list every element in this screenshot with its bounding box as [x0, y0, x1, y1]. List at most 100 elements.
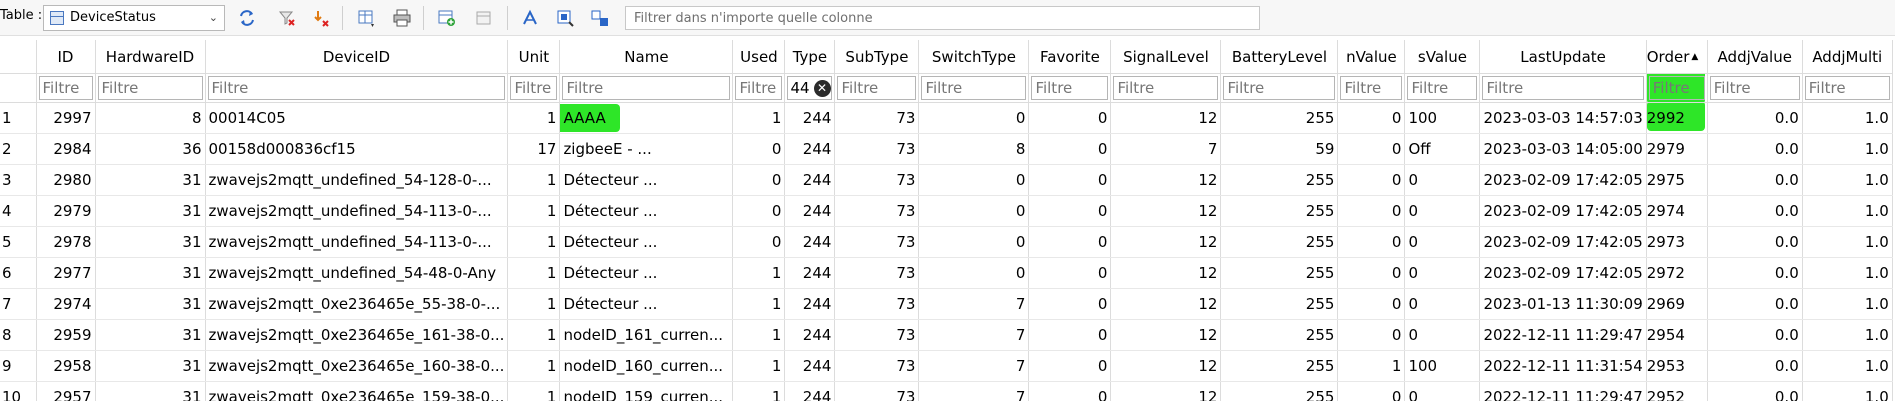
table-row[interactable]: 9 2958 31 zwavejs2mqtt_0xe236465e_160-38-0.…: [0, 350, 1893, 382]
cell-favorite[interactable]: 0: [1028, 102, 1112, 134]
table-row[interactable]: 7 2974 31 zwavejs2mqtt_0xe236465e_55-38-0-.…: [0, 288, 1893, 320]
cell-name[interactable]: Détecteur ...: [559, 226, 734, 258]
cell-name[interactable]: Détecteur ...: [559, 195, 734, 227]
filter-input-switchtype[interactable]: [921, 76, 1027, 100]
cell-switchtype[interactable]: 0: [918, 195, 1030, 227]
cell-id[interactable]: 2959: [36, 319, 96, 351]
filter-input-addjmulti[interactable]: [1804, 76, 1890, 100]
table-row[interactable]: 4 2979 31 zwavejs2mqtt_undefined_54-113-0-.…: [0, 195, 1893, 227]
cell-name[interactable]: zigbeeE - ...: [559, 133, 734, 165]
cell-order[interactable]: 2973: [1646, 226, 1708, 258]
table-select[interactable]: DeviceStatus ⌄: [43, 5, 225, 31]
cell-subtype[interactable]: 73: [834, 195, 920, 227]
column-header-favorite[interactable]: Favorite: [1028, 40, 1112, 74]
column-header-order[interactable]: Order ▲: [1646, 40, 1708, 74]
cell-unit[interactable]: 1: [507, 319, 561, 351]
cell-used[interactable]: 0: [732, 164, 786, 196]
cell-favorite[interactable]: 0: [1028, 164, 1112, 196]
cell-nvalue[interactable]: 0: [1337, 319, 1406, 351]
print-button[interactable]: [390, 6, 414, 30]
cell-signallevel[interactable]: 7: [1110, 133, 1222, 165]
cell-nvalue[interactable]: 0: [1337, 226, 1406, 258]
cell-switchtype[interactable]: 0: [918, 102, 1030, 134]
cell-nvalue[interactable]: 0: [1337, 288, 1406, 320]
clear-filter-icon[interactable]: ✕: [813, 79, 831, 97]
filter-input-favorite[interactable]: [1031, 76, 1109, 100]
cell-batterylevel[interactable]: 255: [1220, 195, 1339, 227]
cell-favorite[interactable]: 0: [1028, 226, 1112, 258]
cell-favorite[interactable]: 0: [1028, 381, 1112, 401]
column-header-hardwareid[interactable]: HardwareID: [95, 40, 206, 74]
cell-hardwareid[interactable]: 31: [95, 195, 206, 227]
cell-id[interactable]: 2980: [36, 164, 96, 196]
cell-order[interactable]: 2975: [1646, 164, 1708, 196]
cell-name[interactable]: AAAA: [559, 102, 734, 134]
cell-favorite[interactable]: 0: [1028, 319, 1112, 351]
cell-nvalue[interactable]: 1: [1337, 350, 1406, 382]
cell-signallevel[interactable]: 12: [1110, 226, 1222, 258]
cell-svalue[interactable]: 0: [1404, 164, 1481, 196]
column-header-switchtype[interactable]: SwitchType: [918, 40, 1030, 74]
cell-name[interactable]: nodeID_160_curren...: [559, 350, 734, 382]
cell-hardwareid[interactable]: 31: [95, 288, 206, 320]
cell-type[interactable]: 244: [784, 195, 836, 227]
cell-unit[interactable]: 1: [507, 257, 561, 289]
cell-id[interactable]: 2997: [36, 102, 96, 134]
cell-used[interactable]: 1: [732, 288, 786, 320]
cell-switchtype[interactable]: 0: [918, 164, 1030, 196]
cell-order[interactable]: 2952: [1646, 381, 1708, 401]
cell-deviceid[interactable]: 00014C05: [205, 102, 509, 134]
filter-input-nvalue[interactable]: [1340, 76, 1403, 100]
table-row[interactable]: 10 2957 31 zwavejs2mqtt_0xe236465e_159-38-0…: [0, 381, 1893, 401]
cell-nvalue[interactable]: 0: [1337, 102, 1406, 134]
cell-used[interactable]: 1: [732, 381, 786, 401]
cell-svalue[interactable]: 0: [1404, 195, 1481, 227]
column-header-nvalue[interactable]: nValue: [1337, 40, 1406, 74]
cell-lastupdate[interactable]: 2023-02-09 17:42:05: [1479, 195, 1647, 227]
cell-nvalue[interactable]: 0: [1337, 133, 1406, 165]
filter-input-lastupdate[interactable]: [1482, 76, 1644, 100]
cell-deviceid[interactable]: zwavejs2mqtt_undefined_54-113-0-...: [205, 226, 509, 258]
column-header-addjmulti[interactable]: AddjMulti: [1802, 40, 1893, 74]
cell-addjvalue[interactable]: 0.0: [1707, 164, 1803, 196]
cell-batterylevel[interactable]: 255: [1220, 319, 1339, 351]
cell-addjmulti[interactable]: 1.0: [1802, 195, 1893, 227]
cell-used[interactable]: 1: [732, 102, 786, 134]
cell-subtype[interactable]: 73: [834, 257, 920, 289]
cell-favorite[interactable]: 0: [1028, 350, 1112, 382]
cell-used[interactable]: 1: [732, 319, 786, 351]
cell-batterylevel[interactable]: 255: [1220, 288, 1339, 320]
cell-subtype[interactable]: 73: [834, 102, 920, 134]
cell-subtype[interactable]: 73: [834, 319, 920, 351]
filter-input-batterylevel[interactable]: [1223, 76, 1336, 100]
cell-type[interactable]: 244: [784, 257, 836, 289]
cell-type[interactable]: 244: [784, 164, 836, 196]
column-header-subtype[interactable]: SubType: [834, 40, 920, 74]
cell-addjmulti[interactable]: 1.0: [1802, 133, 1893, 165]
cell-addjmulti[interactable]: 1.0: [1802, 102, 1893, 134]
cell-order[interactable]: 2992: [1646, 102, 1708, 134]
column-header-unit[interactable]: Unit: [507, 40, 561, 74]
cell-addjmulti[interactable]: 1.0: [1802, 350, 1893, 382]
cell-id[interactable]: 2958: [36, 350, 96, 382]
cell-svalue[interactable]: 0: [1404, 257, 1481, 289]
cell-id[interactable]: 2957: [36, 381, 96, 401]
cell-unit[interactable]: 1: [507, 350, 561, 382]
table-row[interactable]: 2 2984 36 00158d000836cf15 17 zigbeeE - ... 0 2…: [0, 133, 1893, 165]
filter-input-signallevel[interactable]: [1113, 76, 1219, 100]
cell-id[interactable]: 2979: [36, 195, 96, 227]
cell-nvalue[interactable]: 0: [1337, 381, 1406, 401]
filter-input-addjvalue[interactable]: [1709, 76, 1800, 100]
cell-signallevel[interactable]: 12: [1110, 288, 1222, 320]
cell-unit[interactable]: 1: [507, 102, 561, 134]
filter-input-order[interactable]: [1648, 76, 1705, 100]
cell-addjvalue[interactable]: 0.0: [1707, 381, 1803, 401]
cell-addjmulti[interactable]: 1.0: [1802, 381, 1893, 401]
go-first-button[interactable]: [518, 6, 542, 30]
cell-signallevel[interactable]: 12: [1110, 257, 1222, 289]
insert-record-button[interactable]: [435, 6, 459, 30]
cell-unit[interactable]: 1: [507, 381, 561, 401]
cell-svalue[interactable]: 0: [1404, 288, 1481, 320]
cell-nvalue[interactable]: 0: [1337, 164, 1406, 196]
column-header-id[interactable]: ID: [36, 40, 96, 74]
